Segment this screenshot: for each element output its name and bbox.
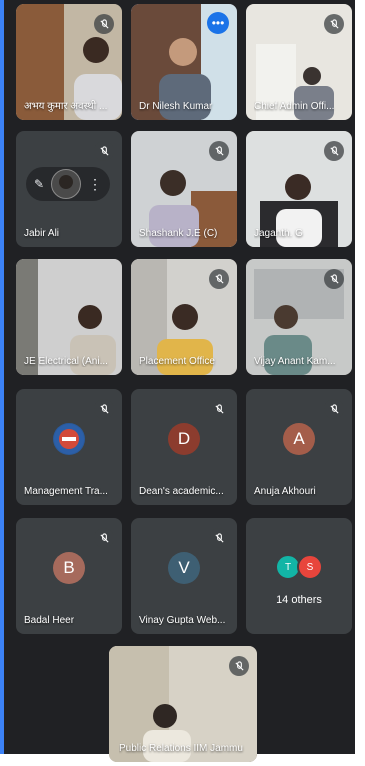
- other-avatar: S: [297, 554, 323, 580]
- participant-name: Dean's academic...: [139, 486, 224, 497]
- right-edge: [355, 0, 365, 754]
- participant-name: Anuja Akhouri: [254, 486, 316, 497]
- participant-name: Vijay Anant Kam...: [254, 356, 336, 367]
- others-avatars: T S: [275, 554, 323, 580]
- participant-name: Dr Nilesh Kumar: [139, 101, 213, 112]
- participant-tile[interactable]: B Badal Heer: [16, 518, 122, 634]
- participant-name: Placement Office: [139, 356, 215, 367]
- participant-name: Jabir Ali: [24, 228, 60, 239]
- mic-off-icon: [324, 141, 344, 161]
- mic-off-icon: [94, 14, 114, 34]
- mic-off-icon: [209, 269, 229, 289]
- others-count: 14 others: [276, 594, 322, 606]
- participant-tile[interactable]: Shashank J.E (C): [131, 131, 237, 247]
- participant-tile[interactable]: Vijay Anant Kam...: [246, 259, 352, 375]
- mic-off-icon: [324, 399, 344, 419]
- participant-name: अभय कुमार अवस्थी ...: [24, 101, 108, 112]
- mic-off-icon: [209, 399, 229, 419]
- participant-tile[interactable]: Public Relations IIM Jammu: [109, 646, 257, 762]
- participant-avatar: D: [168, 423, 200, 455]
- participant-tile[interactable]: JE Electrical (Ani...: [16, 259, 122, 375]
- participant-name: Management Tra...: [24, 486, 108, 497]
- iim-logo-icon: [53, 423, 85, 455]
- participant-tile[interactable]: अभय कुमार अवस्थी ...: [16, 4, 122, 120]
- participant-tile[interactable]: ✎ ⋮ Jabir Ali: [16, 131, 122, 247]
- participant-name: Shashank J.E (C): [139, 228, 218, 239]
- participant-avatar: B: [53, 552, 85, 584]
- others-tile[interactable]: T S 14 others: [246, 518, 352, 634]
- mic-off-icon: [209, 141, 229, 161]
- participant-name: Jaganth. G: [254, 228, 303, 239]
- participant-tile[interactable]: A Anuja Akhouri: [246, 389, 352, 505]
- participant-avatar: A: [283, 423, 315, 455]
- participant-name: Badal Heer: [24, 615, 75, 626]
- left-edge: [0, 0, 4, 754]
- more-vert-icon[interactable]: ⋮: [88, 176, 102, 193]
- mic-off-icon: [94, 528, 114, 548]
- participant-tile[interactable]: Placement Office: [131, 259, 237, 375]
- participant-tile[interactable]: V Vinay Gupta Web...: [131, 518, 237, 634]
- participant-name: Chief Admin Offi...: [254, 101, 335, 112]
- mic-off-icon: [209, 528, 229, 548]
- more-horiz-icon[interactable]: •••: [207, 12, 229, 34]
- participant-tile[interactable]: ••• Dr Nilesh Kumar: [131, 4, 237, 120]
- participant-avatar: V: [168, 552, 200, 584]
- mic-off-icon: [229, 656, 249, 676]
- participant-tile[interactable]: Management Tra...: [16, 389, 122, 505]
- participant-name: JE Electrical (Ani...: [24, 356, 108, 367]
- mic-off-icon: [324, 14, 344, 34]
- pin-controls: ✎ ⋮: [26, 167, 110, 201]
- participant-tile[interactable]: Jaganth. G: [246, 131, 352, 247]
- pin-icon[interactable]: ✎: [34, 177, 44, 191]
- mic-off-icon: [324, 269, 344, 289]
- mic-off-icon: [94, 141, 114, 161]
- participant-name: Vinay Gupta Web...: [139, 615, 226, 626]
- participant-name: Public Relations IIM Jammu: [119, 743, 243, 754]
- mic-off-icon: [94, 399, 114, 419]
- participant-tile[interactable]: D Dean's academic...: [131, 389, 237, 505]
- participant-avatar: [51, 169, 82, 199]
- participant-tile[interactable]: Chief Admin Offi...: [246, 4, 352, 120]
